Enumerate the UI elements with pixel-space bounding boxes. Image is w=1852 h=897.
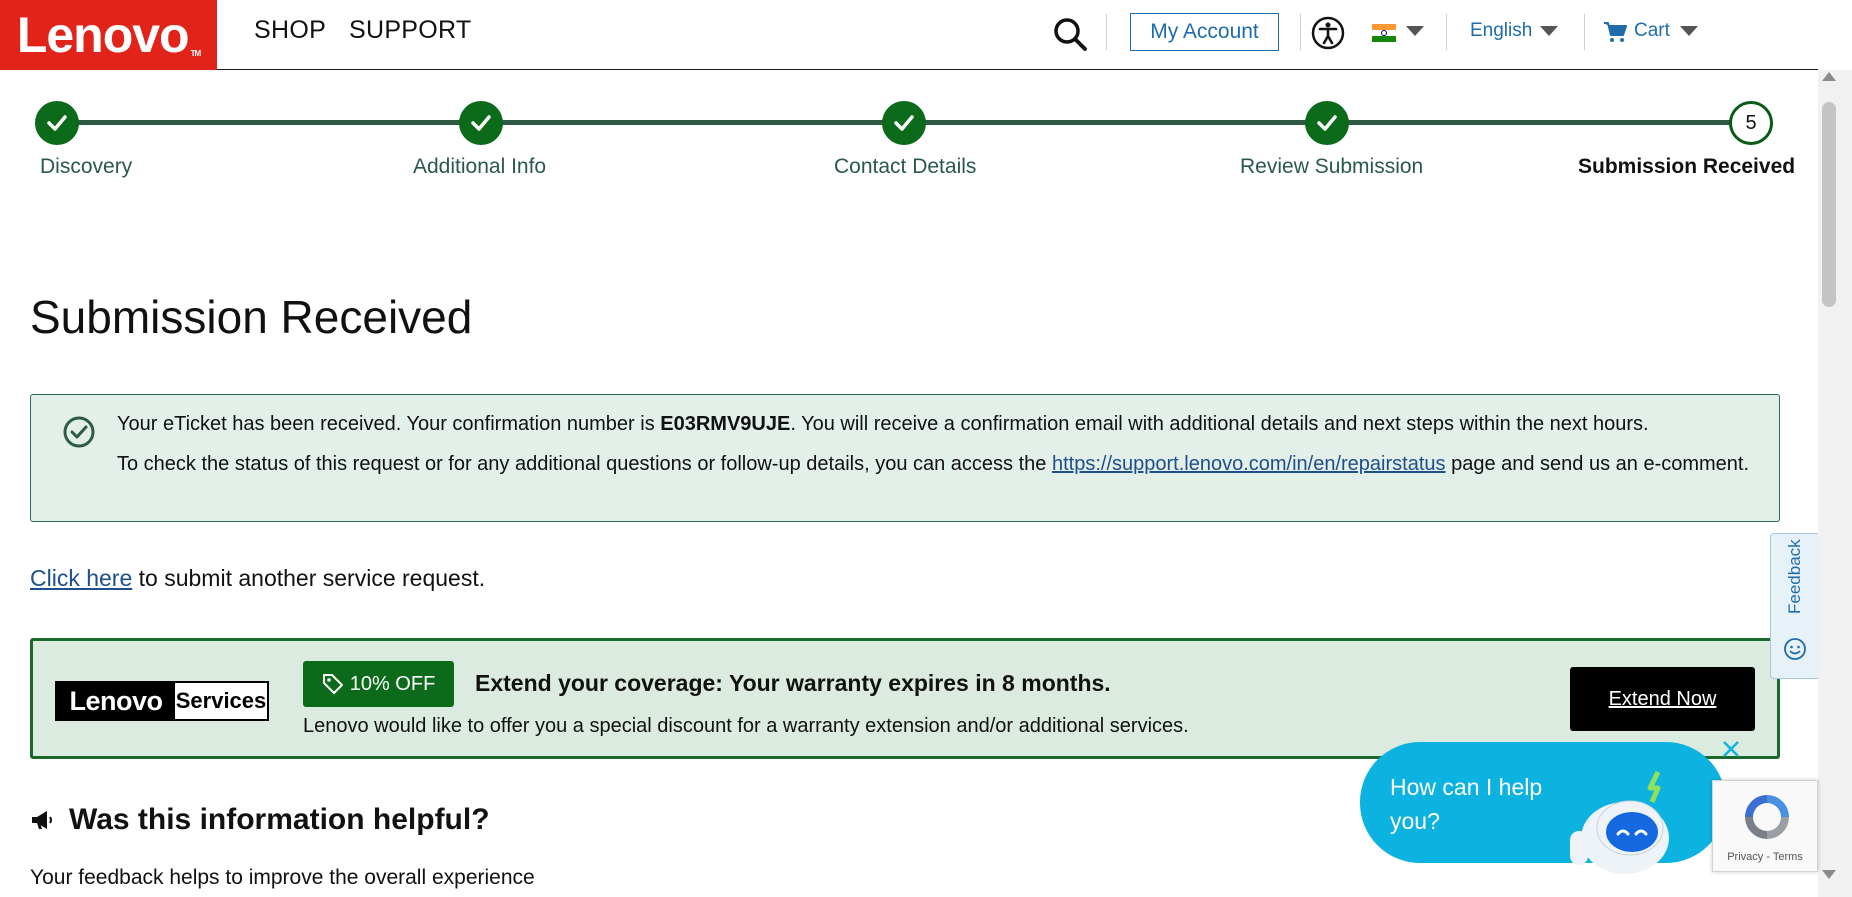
services-banner: Lenovo Services 10% OFF Extend your cove… bbox=[30, 638, 1780, 759]
scrollbar-thumb[interactable] bbox=[1822, 102, 1836, 307]
chat-widget[interactable]: How can I help you? bbox=[1360, 742, 1726, 874]
india-flag-icon[interactable] bbox=[1372, 24, 1396, 42]
recaptcha-privacy-terms[interactable]: Privacy - Terms bbox=[1713, 851, 1817, 863]
services-logo-services: Services bbox=[175, 688, 267, 713]
confirmation-text-prefix: Your eTicket has been received. Your con… bbox=[117, 413, 661, 435]
confirmation-line-2: To check the status of this request or f… bbox=[117, 452, 1757, 477]
step-complete-additional-info bbox=[459, 101, 503, 145]
site-header: Lenovo TM SHOP SUPPORT My Account English… bbox=[0, 0, 1818, 70]
step-current-number: 5 bbox=[1729, 101, 1773, 145]
divider bbox=[1106, 14, 1107, 50]
chevron-down-icon[interactable] bbox=[1680, 26, 1698, 36]
step-label-review-submission: Review Submission bbox=[1240, 155, 1424, 178]
services-headline: Extend your coverage: Your warranty expi… bbox=[475, 670, 1111, 696]
lenovo-logo[interactable]: Lenovo TM bbox=[0, 0, 217, 70]
divider bbox=[1446, 14, 1447, 50]
logo-text: Lenovo bbox=[16, 7, 190, 63]
chevron-down-icon[interactable] bbox=[1406, 26, 1424, 36]
chat-prompt: How can I help you? bbox=[1390, 774, 1543, 834]
language-selector[interactable]: English bbox=[1470, 20, 1532, 42]
helpful-subtitle: Your feedback helps to improve the overa… bbox=[30, 866, 535, 889]
discount-badge-label: 10% OFF bbox=[349, 672, 436, 695]
scroll-up-arrow-icon[interactable] bbox=[1822, 72, 1836, 81]
check-icon bbox=[47, 115, 67, 131]
confirmation-message: Your eTicket has been received. Your con… bbox=[30, 394, 1780, 522]
feedback-tab-label: Feedback bbox=[1785, 539, 1804, 614]
accessibility-icon[interactable] bbox=[1310, 15, 1346, 51]
megaphone-icon bbox=[32, 811, 52, 829]
scroll-down-arrow-icon[interactable] bbox=[1822, 870, 1836, 879]
nav-support[interactable]: SUPPORT bbox=[349, 16, 472, 45]
chevron-down-icon[interactable] bbox=[1540, 26, 1558, 36]
recaptcha-badge[interactable]: Privacy - Terms bbox=[1712, 780, 1818, 872]
divider bbox=[1300, 14, 1301, 50]
confirmation-number: E03RMV9UJE bbox=[660, 413, 791, 435]
step-label-additional-info: Additional Info bbox=[413, 155, 547, 178]
step-label-discovery: Discovery bbox=[40, 155, 133, 178]
another-request-suffix: to submit another service request. bbox=[132, 565, 486, 591]
confirmation-text-suffix: . You will receive a confirmation email … bbox=[790, 413, 1649, 435]
close-icon[interactable] bbox=[1720, 738, 1742, 760]
status-text-prefix: To check the status of this request or f… bbox=[117, 453, 1052, 475]
check-circle-icon bbox=[63, 416, 95, 448]
step-label-contact-details: Contact Details bbox=[834, 155, 977, 178]
check-icon bbox=[471, 115, 491, 131]
services-logo-lenovo: Lenovo bbox=[57, 683, 175, 719]
nav-shop[interactable]: SHOP bbox=[254, 16, 326, 45]
step-complete-contact-details bbox=[882, 101, 926, 145]
extend-now-button[interactable]: Extend Now bbox=[1570, 667, 1755, 731]
services-subtext: Lenovo would like to offer you a special… bbox=[303, 715, 1189, 737]
robot-icon bbox=[1570, 770, 1669, 874]
step-complete-review-submission bbox=[1305, 101, 1349, 145]
tag-icon bbox=[322, 674, 343, 694]
discount-badge: 10% OFF bbox=[303, 661, 454, 707]
logo-tm: TM bbox=[190, 48, 202, 58]
feedback-tab[interactable]: Feedback bbox=[1770, 533, 1818, 679]
check-icon bbox=[1317, 115, 1337, 131]
search-icon[interactable] bbox=[1050, 14, 1090, 54]
check-icon bbox=[894, 115, 914, 131]
another-request-text: Click here to submit another service req… bbox=[30, 565, 485, 592]
repair-status-link[interactable]: https://support.lenovo.com/in/en/repairs… bbox=[1052, 453, 1446, 475]
helpful-title: Was this information helpful? bbox=[69, 803, 490, 836]
cart-icon[interactable] bbox=[1603, 21, 1627, 43]
lenovo-services-logo: Lenovo Services bbox=[55, 681, 269, 721]
confirmation-line-1: Your eTicket has been received. Your con… bbox=[117, 413, 1649, 436]
cart-label[interactable]: Cart bbox=[1634, 20, 1670, 42]
step-complete-discovery bbox=[35, 101, 79, 145]
status-text-suffix: page and send us an e-comment. bbox=[1445, 453, 1750, 475]
my-account-button[interactable]: My Account bbox=[1130, 13, 1279, 51]
step-label-submission-received: Submission Received bbox=[1578, 155, 1796, 178]
recaptcha-icon bbox=[1745, 795, 1789, 839]
smile-icon bbox=[1784, 638, 1806, 660]
click-here-link[interactable]: Click here bbox=[30, 565, 132, 591]
page-title: Submission Received bbox=[30, 291, 473, 343]
divider bbox=[1584, 14, 1585, 50]
